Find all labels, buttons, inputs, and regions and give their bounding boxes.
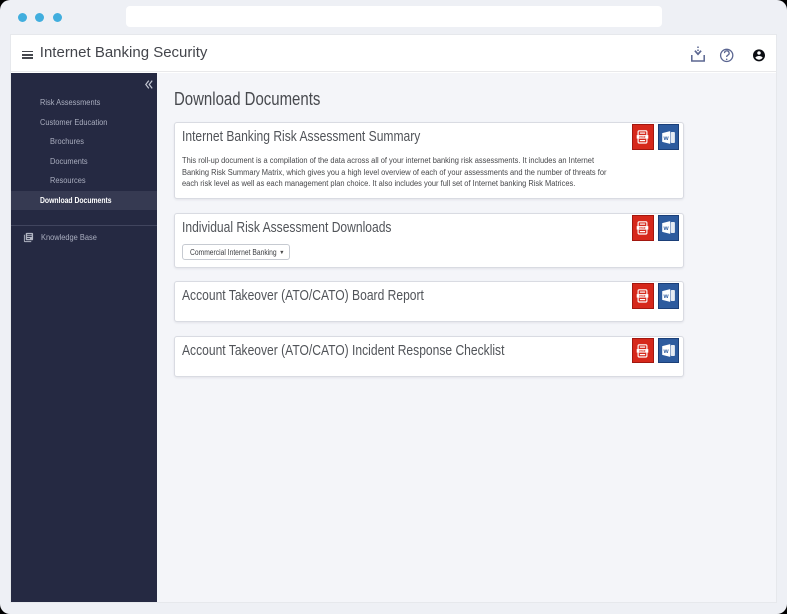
svg-text:PDF: PDF: [640, 294, 646, 298]
svg-text:PDF: PDF: [640, 226, 646, 230]
svg-text:w: w: [663, 348, 670, 355]
svg-text:w: w: [663, 225, 670, 232]
svg-text:PDF: PDF: [640, 349, 646, 353]
svg-text:w: w: [663, 134, 670, 141]
svg-text:w: w: [663, 293, 670, 300]
svg-text:PDF: PDF: [640, 135, 646, 139]
